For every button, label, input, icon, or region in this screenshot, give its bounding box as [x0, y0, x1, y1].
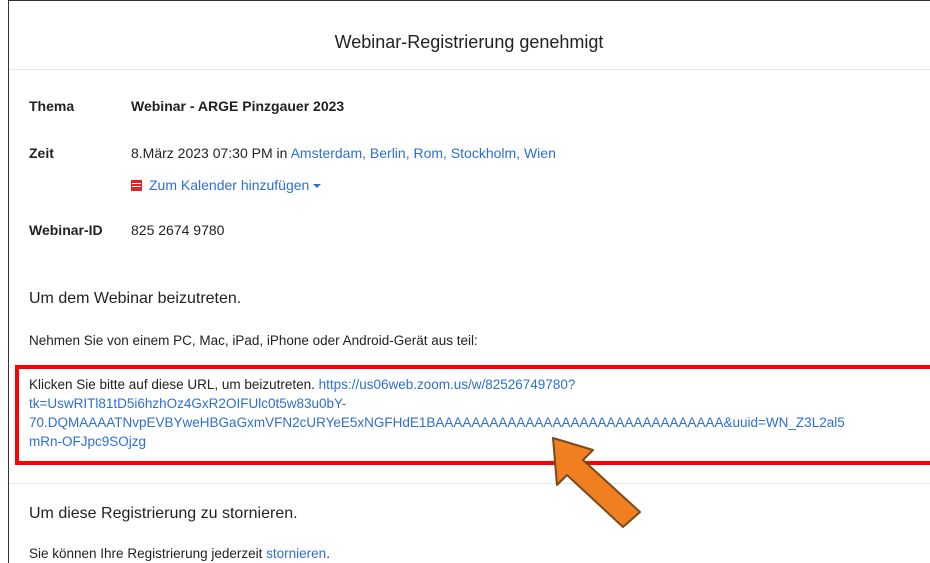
caret-down-icon — [313, 184, 322, 188]
join-url-block: Klicken Sie bitte auf diese URL, um beiz… — [29, 375, 930, 451]
calendar-icon — [131, 180, 142, 191]
webinar-id-value: 825 2674 9780 — [131, 222, 225, 238]
join-url-link-line1[interactable]: https://us06web.zoom.us/w/82526749780? — [319, 377, 576, 392]
cancel-row: Sie können Ihre Registrierung jederzeit … — [29, 546, 330, 561]
email-frame — [8, 0, 930, 563]
calendar-link[interactable]: Zum Kalender hinzufügen — [149, 177, 309, 193]
orange-arrow-icon — [552, 437, 641, 528]
join-url-link-line4[interactable]: mRn-OFJpc9SOjzg — [29, 434, 146, 449]
topic-value: Webinar - ARGE Pinzgauer 2023 — [131, 98, 345, 114]
divider — [9, 483, 930, 484]
calendar-dropdown[interactable]: Zum Kalender hinzufügen — [131, 177, 322, 193]
url-prefix-text: Klicken Sie bitte auf diese URL, um beiz… — [29, 377, 315, 392]
time-row: 8.März 2023 07:30 PM in Amsterdam, Berli… — [131, 145, 556, 161]
cancel-heading: Um diese Registrierung zu stornieren. — [29, 505, 298, 522]
join-url-link-line2[interactable]: tk=UswRITl81tD5i6hzhOz4GxR2OIFUlc0t5w83u… — [29, 396, 346, 411]
join-url-link-line3[interactable]: 70.DQMAAAATNvpEVBYweHBGaGxmVFN2cURYeE5xN… — [29, 415, 845, 430]
topic-label: Thema — [29, 98, 75, 114]
join-heading: Um dem Webinar beizutreten. — [29, 290, 242, 307]
divider — [9, 69, 930, 70]
cancel-text: Sie können Ihre Registrierung jederzeit — [29, 546, 263, 561]
time-value: 8.März 2023 07:30 PM — [131, 145, 273, 161]
page-title: Webinar-Registrierung genehmigt — [334, 32, 604, 52]
time-in-text: in — [276, 145, 288, 161]
time-label: Zeit — [29, 145, 54, 161]
cancel-suffix: . — [326, 546, 330, 561]
cancel-link[interactable]: stornieren — [266, 546, 326, 561]
devices-text: Nehmen Sie von einem PC, Mac, iPad, iPho… — [29, 333, 478, 348]
timezone-link[interactable]: Amsterdam, Berlin, Rom, Stockholm, Wien — [291, 145, 556, 161]
webinar-id-label: Webinar-ID — [29, 222, 103, 238]
